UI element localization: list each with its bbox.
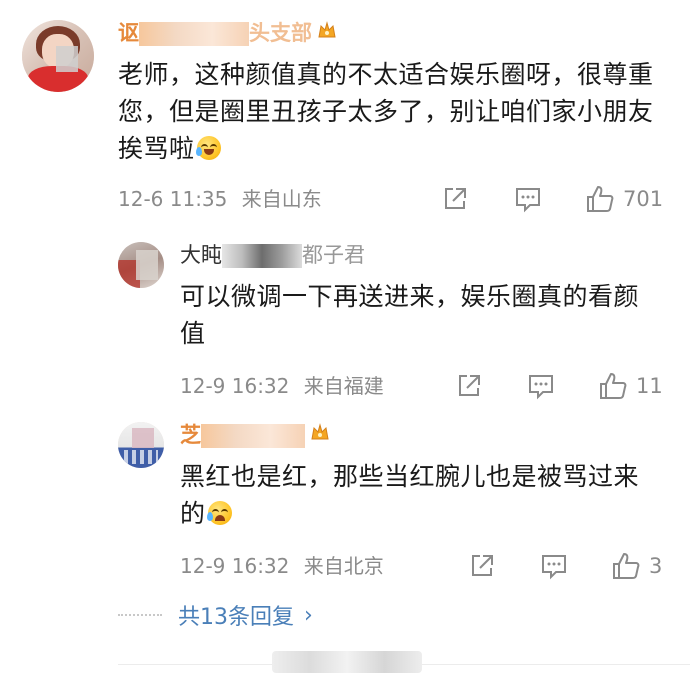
dotted-divider xyxy=(118,614,162,616)
share-button[interactable] xyxy=(455,371,483,401)
share-icon xyxy=(445,188,466,209)
redacted-name xyxy=(139,22,249,46)
location: 来自山东 xyxy=(241,187,322,211)
like-icon xyxy=(587,186,614,212)
chevron-right-icon: › xyxy=(304,602,313,628)
timestamp: 12-9 16:32 xyxy=(180,554,290,578)
crying-emoji-icon xyxy=(206,501,232,525)
avatar[interactable] xyxy=(118,242,164,288)
like-count: 3 xyxy=(649,554,663,578)
share-button[interactable] xyxy=(468,551,496,581)
avatar[interactable] xyxy=(22,20,94,92)
comment-meta: 12-6 11:35 来自山东 xyxy=(118,184,322,214)
username[interactable]: 讴头支部 xyxy=(118,18,338,48)
crown-badge-icon xyxy=(316,19,338,49)
username[interactable]: 大盹 都子君 xyxy=(180,240,365,270)
share-icon xyxy=(459,375,480,396)
like-button[interactable]: 11 xyxy=(598,371,663,401)
reply-button[interactable] xyxy=(514,184,542,214)
location: 来自福建 xyxy=(303,374,384,398)
location: 来自北京 xyxy=(303,554,384,578)
comment-meta: 12-9 16:32 来自福建 xyxy=(180,371,384,401)
crown-badge-icon xyxy=(309,421,331,451)
redacted-name xyxy=(201,424,305,448)
share-icon xyxy=(472,555,493,576)
reply-button[interactable] xyxy=(540,551,568,581)
comment-icon xyxy=(529,375,553,400)
like-icon xyxy=(600,373,627,399)
like-button[interactable]: 3 xyxy=(611,551,662,581)
laugh-cry-emoji-icon xyxy=(195,136,221,160)
comment-text: 老师，这种颜值真的不太适合娱乐圈呀，很尊重您，但是圈里丑孩子太多了，别让咱们家小… xyxy=(118,60,654,163)
avatar[interactable] xyxy=(118,422,164,468)
like-icon xyxy=(613,553,640,579)
more-replies-label: 共13条回复 xyxy=(178,605,294,630)
share-button[interactable] xyxy=(441,184,469,214)
timestamp: 12-9 16:32 xyxy=(180,374,290,398)
comment-icon xyxy=(542,555,566,580)
like-count: 701 xyxy=(623,187,664,211)
timestamp: 12-6 11:35 xyxy=(118,187,228,211)
reply-button[interactable] xyxy=(527,371,555,401)
view-more-replies-link[interactable]: 共13条回复 › xyxy=(118,600,313,630)
username[interactable]: 芝 xyxy=(180,420,331,450)
watermark-blur xyxy=(272,651,422,673)
like-button[interactable]: 701 xyxy=(585,184,663,214)
comment-text: 黑红也是红，那些当红腕儿也是被骂过来的 xyxy=(180,462,640,528)
like-count: 11 xyxy=(636,374,663,398)
redacted-name xyxy=(222,244,302,268)
comment-text: 可以微调一下再送进来，娱乐圈真的看颜值 xyxy=(180,282,640,348)
comment-icon xyxy=(516,188,540,213)
comment-meta: 12-9 16:32 来自北京 xyxy=(180,551,384,581)
